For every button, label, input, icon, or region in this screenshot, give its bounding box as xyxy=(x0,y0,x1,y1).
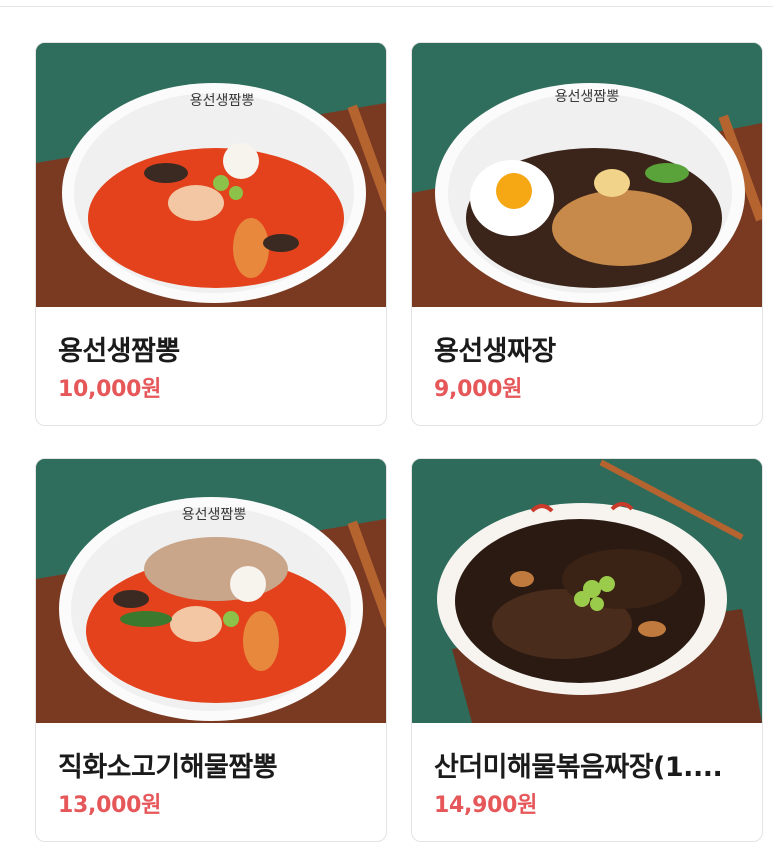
menu-item-price: 14,900원 xyxy=(434,793,538,818)
menu-item-name: 용선생짜장 xyxy=(434,336,556,367)
menu-item-card[interactable]: 산더미해물볶음짜장(1.... 14,900원 xyxy=(411,458,763,842)
bowl-logo-text: 용선생짬뽕 xyxy=(555,89,620,105)
menu-item-name: 산더미해물볶음짜장(1.... xyxy=(434,752,723,783)
seafood-stir-fried-jjajang-image xyxy=(412,459,762,723)
jjajang-bowl-image: 용선생짬뽕 xyxy=(412,43,762,307)
bowl-logo-text: 용선생짬뽕 xyxy=(190,93,255,109)
menu-item-card[interactable]: 용선생짬뽕 용선생짬뽕 10,000원 xyxy=(35,42,387,426)
jjamppong-bowl-image: 용선생짬뽕 xyxy=(36,43,386,307)
menu-item-price: 10,000원 xyxy=(58,377,162,402)
menu-item-name: 용선생짬뽕 xyxy=(58,336,180,367)
menu-item-card[interactable]: 용선생짬뽕 용선생짜장 9,000원 xyxy=(411,42,763,426)
menu-item-price: 13,000원 xyxy=(58,793,162,818)
menu-item-card[interactable]: 용선생짬뽕 직화소고기해물짬뽕 13,000원 xyxy=(35,458,387,842)
top-divider xyxy=(0,6,773,7)
bowl-logo-text: 용선생짬뽕 xyxy=(182,507,247,523)
beef-seafood-jjamppong-image: 용선생짬뽕 xyxy=(36,459,386,723)
menu-item-price: 9,000원 xyxy=(434,377,523,402)
menu-item-name: 직화소고기해물짬뽕 xyxy=(58,752,278,783)
